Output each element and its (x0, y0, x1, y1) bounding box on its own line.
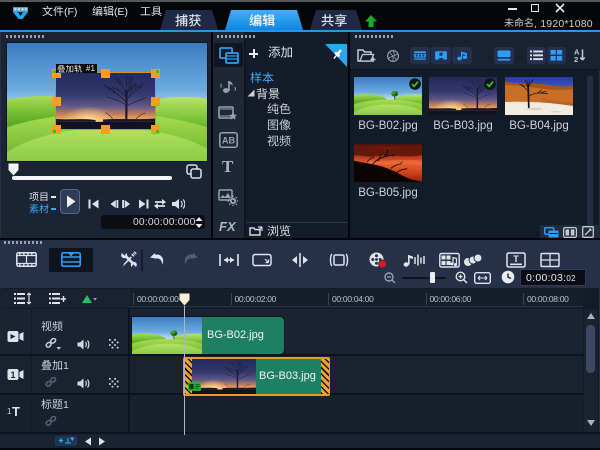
svg-text:T: T (513, 254, 519, 264)
svg-text:1: 1 (10, 370, 15, 380)
svg-text:2: 2 (574, 55, 578, 62)
svg-text:AB: AB (222, 136, 235, 146)
